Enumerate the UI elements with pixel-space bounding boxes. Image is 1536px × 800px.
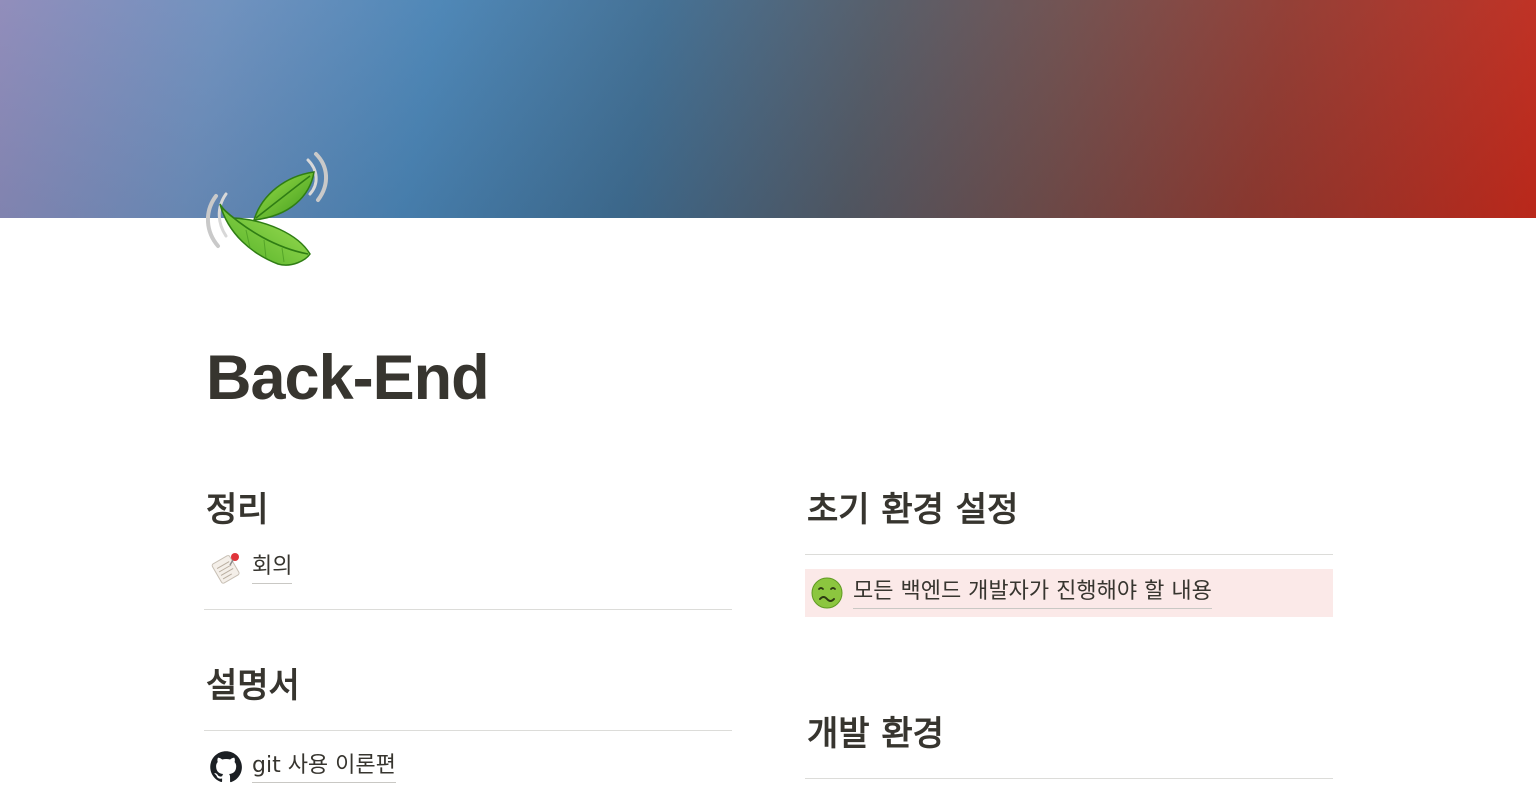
- divider: [204, 609, 732, 610]
- section-heading[interactable]: 초기 환경 설정: [807, 488, 1018, 532]
- divider: [805, 778, 1333, 779]
- page-title[interactable]: Back-End: [206, 338, 490, 418]
- left-column: 정리 회의 설명서 git 사용 이론편: [204, 486, 732, 800]
- leaf-fluttering-in-wind-icon[interactable]: [206, 150, 332, 276]
- page-link-backend-onboarding[interactable]: 모든 백엔드 개발자가 진행해야 할 내용: [805, 569, 1333, 617]
- page-link-git-usage-theory[interactable]: git 사용 이론편: [204, 743, 732, 791]
- divider: [204, 730, 732, 731]
- divider: [805, 554, 1333, 555]
- github-icon: [210, 751, 242, 783]
- right-column: 초기 환경 설정 모든 백엔드 개발자가 진행해야 할 내용 개발 환경: [805, 486, 1333, 800]
- notion-page: Back-End 정리 회의 설명서 git 사용 이론편 초기 환경 설정 모…: [0, 0, 1536, 800]
- section-heading[interactable]: 개발 환경: [807, 712, 944, 756]
- section-heading[interactable]: 설명서: [206, 664, 300, 708]
- section-heading[interactable]: 정리: [206, 488, 269, 532]
- page-link-label[interactable]: 모든 백엔드 개발자가 진행해야 할 내용: [853, 577, 1212, 609]
- nauseated-face-icon: [811, 577, 843, 609]
- memo-pushpin-icon: [211, 553, 240, 584]
- page-link-label[interactable]: git 사용 이론편: [252, 751, 396, 783]
- page-link-meeting[interactable]: 회의: [204, 544, 732, 592]
- page-link-label[interactable]: 회의: [252, 552, 293, 584]
